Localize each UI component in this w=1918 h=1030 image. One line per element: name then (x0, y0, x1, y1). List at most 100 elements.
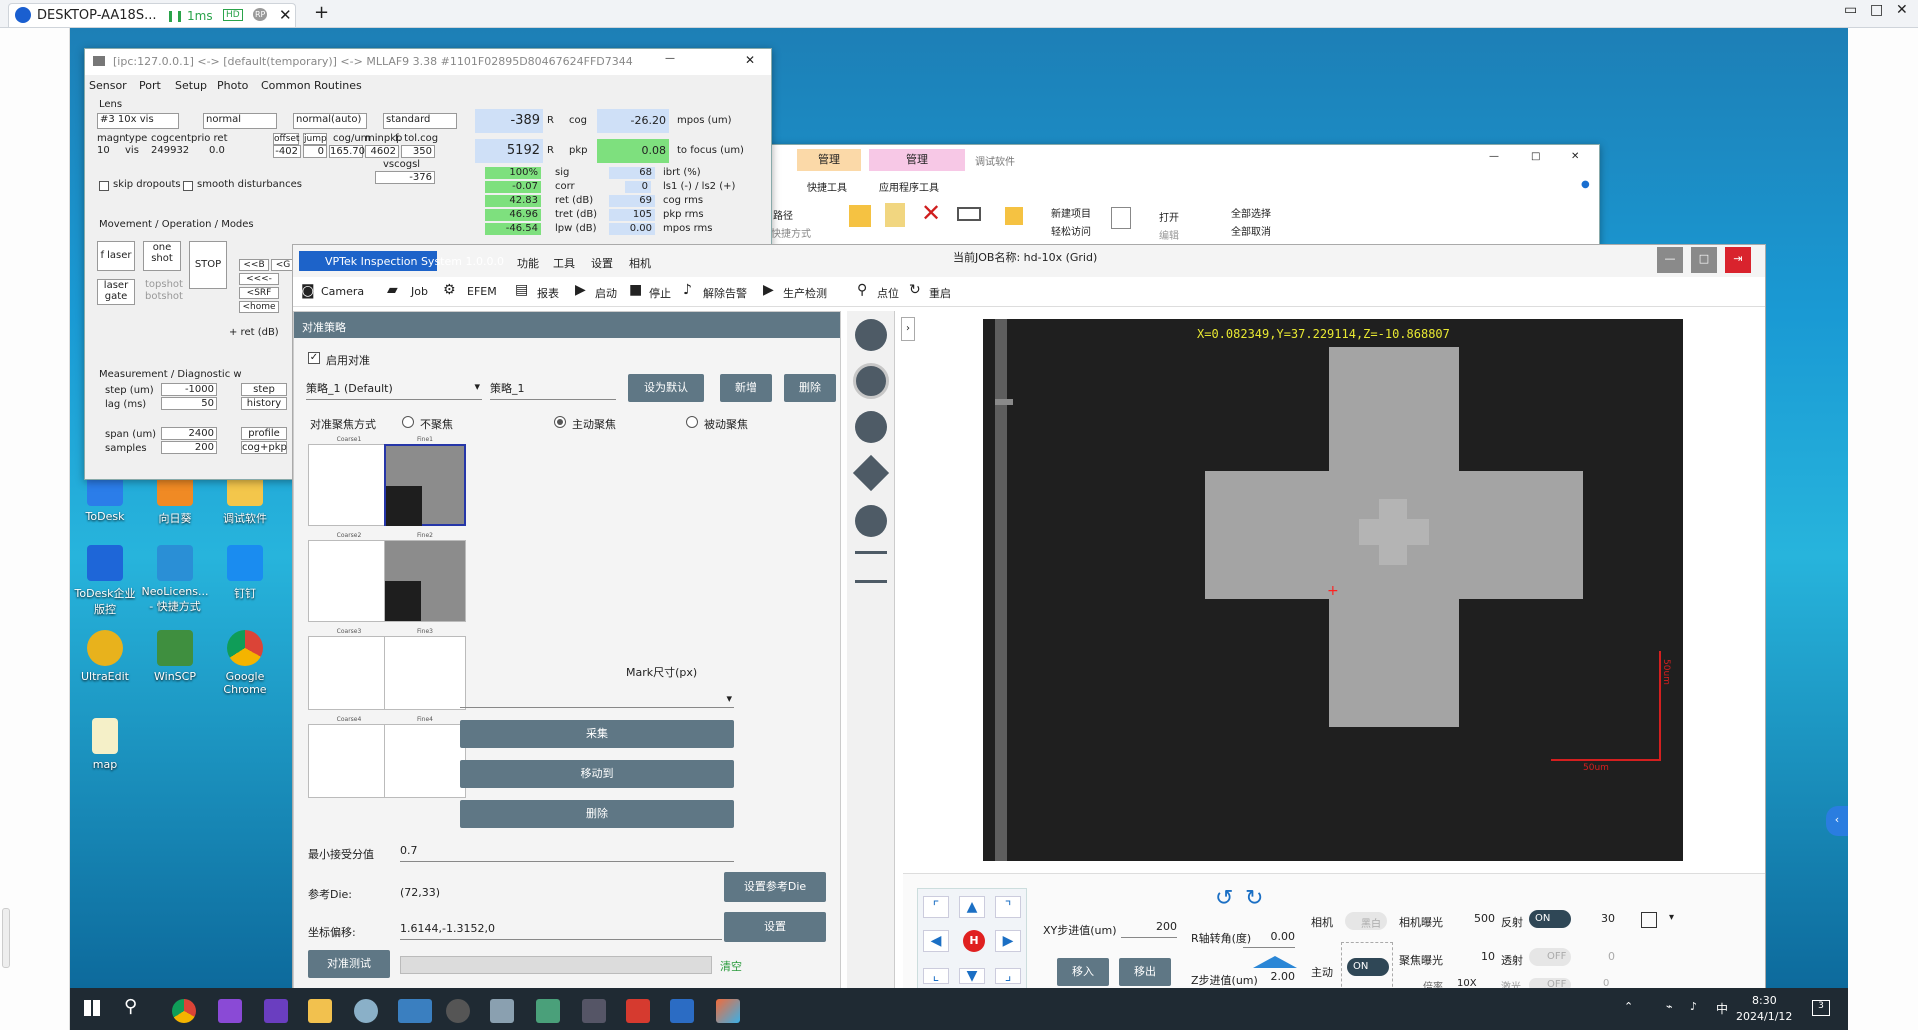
mll-min-icon[interactable]: — (665, 53, 675, 64)
ribbon-tab-apptools[interactable]: 应用程序工具 (879, 179, 939, 194)
samples-input[interactable]: 200 (161, 441, 217, 454)
taskbar-app5-icon[interactable] (354, 999, 378, 1023)
mark-size-select[interactable]: ▾ (460, 692, 734, 708)
start-button[interactable] (84, 1000, 100, 1016)
desktop-icon-todesk-ent[interactable]: ToDesk企业版控 (70, 545, 140, 617)
camera-icon[interactable] (853, 363, 889, 399)
jog-up-right-button[interactable]: ⌝ (995, 896, 1021, 918)
menu-setup[interactable]: Setup (175, 79, 207, 92)
profile-button[interactable]: profile (241, 427, 287, 440)
nav-bb-button[interactable]: <<B (239, 259, 269, 271)
cogpkp-button[interactable]: cog+pkp (241, 441, 287, 454)
folder-icon[interactable] (849, 205, 871, 227)
move-in-button[interactable]: 移入 (1057, 958, 1109, 986)
jog-up-button[interactable]: ▲ (959, 896, 985, 918)
manage-tab-1[interactable]: 管理 (797, 149, 861, 171)
chevron-down-icon[interactable]: ▾ (1669, 912, 1674, 923)
transmit-input[interactable]: 0 (1579, 950, 1615, 968)
rotate-ccw-icon[interactable]: ↺ (1215, 886, 1233, 911)
auto-select[interactable]: normal(auto) (293, 113, 367, 129)
clock-date[interactable]: 2024/1/12 (1736, 1010, 1792, 1023)
menu-photo[interactable]: Photo (217, 79, 248, 92)
taskbar-app8-icon[interactable] (490, 999, 514, 1023)
clear-alarm-tool[interactable]: 解除告警 (703, 285, 747, 301)
jog-up-left-button[interactable]: ⌜ (923, 896, 949, 918)
jog-left-button[interactable]: ◀ (923, 930, 949, 952)
ribbon-tab-quicktools[interactable]: 快捷工具 (807, 179, 847, 194)
focus-exposure-input[interactable]: 10 (1451, 950, 1495, 968)
mode-select[interactable]: normal (203, 113, 277, 129)
step-um-input[interactable]: -1000 (161, 383, 217, 396)
thumb-coarse4[interactable] (308, 724, 390, 798)
step-button[interactable]: step (241, 383, 287, 396)
lens-select[interactable]: #3 10x vis (97, 113, 179, 129)
active-focus-radio[interactable] (554, 416, 566, 428)
jog-right-button[interactable]: ▶ (995, 930, 1021, 952)
jog-down-button[interactable]: ▼ (959, 968, 985, 984)
reflect-toggle[interactable]: ON (1529, 910, 1571, 928)
nav-srf-button[interactable]: <SRF (239, 287, 279, 299)
select-none-button[interactable]: 全部取消 (1231, 223, 1271, 238)
oneshot-button[interactable]: one shot (143, 241, 181, 271)
thumb-coarse2[interactable] (308, 540, 390, 622)
side-handle[interactable] (2, 908, 10, 968)
jog-down-left-button[interactable]: ⌞ (923, 968, 949, 984)
span-input[interactable]: 2400 (161, 427, 217, 440)
active-toggle[interactable]: ON (1347, 958, 1389, 976)
menu-port[interactable]: Port (139, 79, 161, 92)
reflect-input[interactable]: 30 (1579, 912, 1615, 930)
tray-network-icon[interactable]: ⌁ (1666, 1000, 1673, 1013)
skip-dropouts-checkbox[interactable] (99, 181, 109, 191)
vptek-min-button[interactable]: — (1657, 247, 1683, 273)
vscogsl-input[interactable]: -376 (375, 171, 435, 184)
menu-settings[interactable]: 设置 (591, 255, 613, 271)
menu-function[interactable]: 功能 (517, 255, 539, 271)
restart-tool[interactable]: 重启 (929, 285, 951, 301)
taskbar-vis-icon[interactable] (398, 999, 432, 1023)
taskbar-vscode-icon[interactable] (264, 999, 288, 1023)
cam-exposure-input[interactable]: 500 (1451, 912, 1495, 930)
clock-time[interactable]: 8:30 (1752, 994, 1777, 1007)
thumb-fine2[interactable] (384, 540, 466, 622)
menu-sensor[interactable]: Sensor (89, 79, 127, 92)
taskbar-vs-icon[interactable] (218, 999, 242, 1023)
taskbar-msg-icon[interactable] (446, 999, 470, 1023)
tray-volume-icon[interactable]: ♪ (1690, 1000, 1697, 1013)
move-out-button[interactable]: 移出 (1119, 958, 1171, 986)
production-tool[interactable]: 生产检测 (783, 285, 827, 301)
vptek-close-button[interactable]: ⇥ (1725, 247, 1751, 273)
ime-indicator[interactable]: 中 (1716, 1000, 1728, 1017)
new-item-button[interactable]: 新建项目 (1051, 205, 1091, 220)
stop-button[interactable]: STOP (189, 241, 227, 289)
thumb-coarse3[interactable] (308, 636, 390, 710)
clear-link[interactable]: 清空 (720, 958, 742, 974)
taskbar-chrome-icon[interactable] (172, 999, 196, 1023)
taskbar-explorer-icon[interactable] (308, 999, 332, 1023)
coord-offset-input[interactable]: 1.6144,-1.3152,0 (400, 922, 722, 940)
point-tool[interactable]: 点位 (877, 285, 899, 301)
desktop-icon-ultraedit[interactable]: UltraEdit (70, 630, 140, 683)
rename-icon[interactable] (957, 207, 981, 221)
taskbar-app13-icon[interactable] (716, 999, 740, 1023)
offset-button[interactable]: offset (273, 133, 299, 145)
delete-strategy-button[interactable]: 删除 (784, 374, 836, 402)
ruler-icon[interactable] (852, 454, 890, 492)
maximize-icon[interactable]: □ (1870, 2, 1883, 18)
select-all-button[interactable]: 全部选择 (1231, 205, 1271, 220)
taskbar-app9-icon[interactable] (536, 999, 560, 1023)
copy-icon[interactable] (885, 203, 905, 227)
desktop-icon-map[interactable]: map (70, 718, 140, 771)
desktop-icon-chrome[interactable]: Google Chrome (210, 630, 280, 696)
camera-tool[interactable]: Camera (321, 285, 364, 298)
manage-tab-2[interactable]: 管理 (869, 149, 965, 171)
add-strategy-button[interactable]: 新增 (720, 374, 772, 402)
explorer-close-icon[interactable]: ✕ (1571, 151, 1579, 162)
passive-focus-radio[interactable] (686, 416, 698, 428)
menu-common-routines[interactable]: Common Routines (261, 79, 362, 92)
taskbar-app12-icon[interactable] (670, 999, 694, 1023)
explorer-max-icon[interactable]: □ (1531, 151, 1540, 162)
nav-back-button[interactable]: <<<- (239, 273, 279, 285)
remote-session-tab[interactable]: DESKTOP-AA18S... 1ms HD RP ✕ (8, 3, 296, 27)
vptek-max-button[interactable]: □ (1691, 247, 1717, 273)
easy-access-button[interactable]: 轻松访问 (1051, 223, 1091, 238)
